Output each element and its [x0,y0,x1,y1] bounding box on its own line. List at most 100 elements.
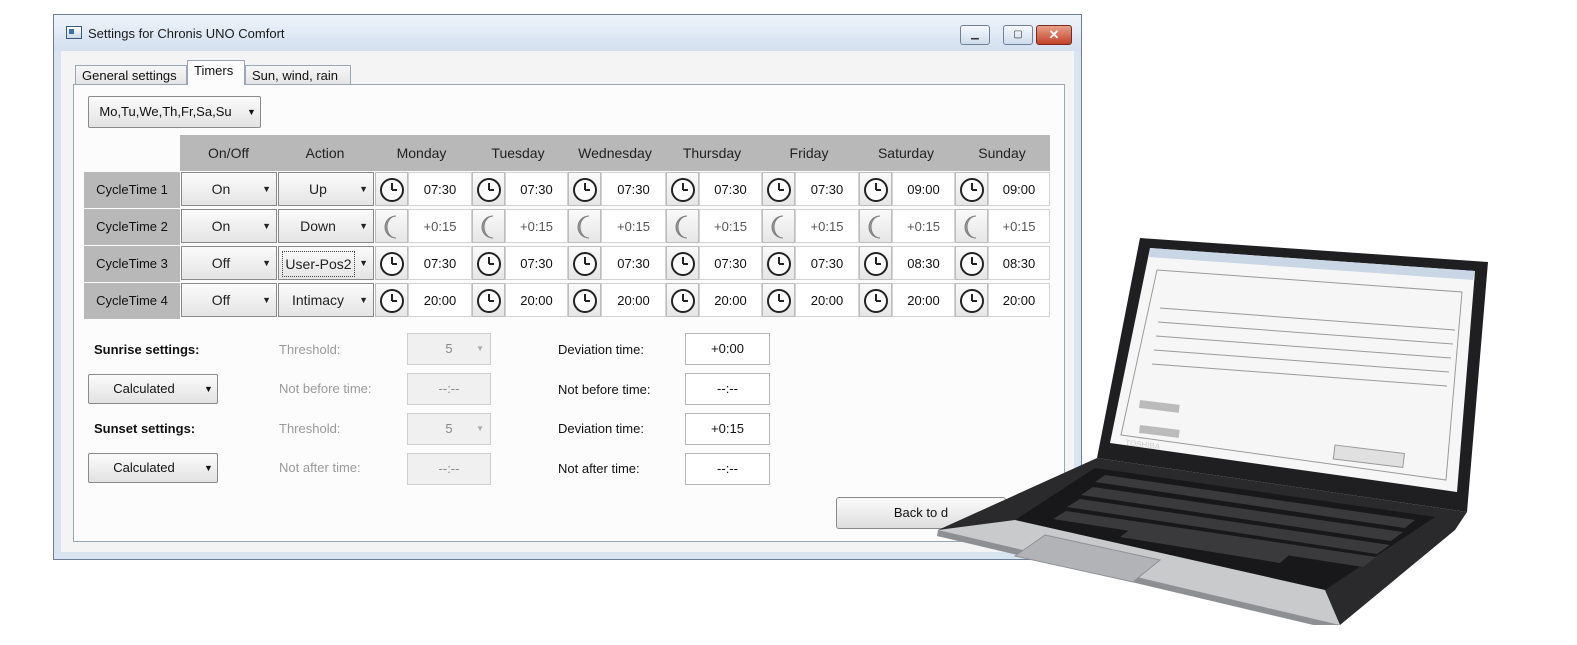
clock-icon[interactable] [375,172,408,206]
time-input-friday-2[interactable]: +0:15 [795,209,859,243]
moon-icon[interactable] [859,209,892,243]
time-input-wednesday-1[interactable]: 07:30 [601,172,666,206]
time-input-wednesday-3[interactable]: 07:30 [601,246,666,280]
sunset-deviation-input[interactable]: +0:15 [685,413,770,445]
chevron-down-icon: ▼ [204,384,213,394]
title-bar[interactable]: Settings for Chronis UNO Comfort ▁ ▢ ✕ [54,15,1081,51]
chevron-down-icon: ▼ [262,295,271,305]
moon-icon[interactable] [472,209,505,243]
time-input-monday-3[interactable]: 07:30 [408,246,472,280]
row-label-cycletime-1: CycleTime 1 [84,172,180,208]
sunset-mode-dropdown[interactable]: Calculated ▼ [88,453,218,483]
moon-icon[interactable] [568,209,601,243]
day-filter-dropdown[interactable]: Mo,Tu,We,Th,Fr,Sa,Su ▼ [88,96,261,128]
time-input-monday-1[interactable]: 07:30 [408,172,472,206]
onoff-value: On [211,181,231,197]
sunrise-not-before-label-2: Not before time: [558,382,651,397]
onoff-dropdown-2[interactable]: On ▼ [181,209,277,243]
laptop-image: TOSHIBA [937,238,1488,625]
action-dropdown-4[interactable]: Intimacy ▼ [278,283,374,317]
clock-icon[interactable] [472,172,505,206]
clock-icon[interactable] [568,172,601,206]
clock-icon[interactable] [568,283,601,317]
row-label-cycletime-3: CycleTime 3 [84,246,180,282]
time-input-tuesday-2[interactable]: +0:15 [505,209,568,243]
time-input-wednesday-4[interactable]: 20:00 [601,283,666,317]
window-title: Settings for Chronis UNO Comfort [88,26,285,41]
clock-icon[interactable] [375,246,408,280]
sunrise-threshold-spinner[interactable]: 5 ▼ [407,333,491,365]
col-header-thursday: Thursday [682,145,742,161]
chevron-down-icon: ▼ [204,463,213,473]
time-input-thursday-2[interactable]: +0:15 [699,209,762,243]
clock-icon[interactable] [859,283,892,317]
sunset-deviation-label: Deviation time: [558,421,644,436]
close-button[interactable]: ✕ [1036,25,1072,45]
time-input-tuesday-3[interactable]: 07:30 [505,246,568,280]
time-input-monday-2[interactable]: +0:15 [408,209,472,243]
onoff-value: Off [211,255,231,271]
chevron-down-icon: ▼ [262,258,271,268]
time-input-monday-4[interactable]: 20:00 [408,283,472,317]
sunrise-deviation-input[interactable]: +0:00 [685,333,770,365]
moon-icon[interactable] [762,209,795,243]
minimize-button[interactable]: ▁ [960,25,990,45]
sunset-not-after-input-2[interactable]: --:-- [685,453,770,485]
clock-icon[interactable] [472,283,505,317]
clock-icon[interactable] [955,172,988,206]
sunset-threshold-spinner[interactable]: 5 ▼ [407,413,491,445]
moon-icon[interactable] [375,209,408,243]
row-label-cycletime-4: CycleTime 4 [84,283,180,319]
onoff-dropdown-4[interactable]: Off ▼ [181,283,277,317]
clock-icon[interactable] [666,246,699,280]
clock-icon[interactable] [568,246,601,280]
time-input-saturday-1[interactable]: 09:00 [892,172,955,206]
onoff-dropdown-1[interactable]: On ▼ [181,172,277,206]
clock-icon[interactable] [762,172,795,206]
action-dropdown-1[interactable]: Up ▼ [278,172,374,206]
clock-icon[interactable] [762,246,795,280]
time-input-friday-1[interactable]: 07:30 [795,172,859,206]
sunrise-threshold-label: Threshold: [279,342,341,357]
tab-sun-wind-rain[interactable]: Sun, wind, rain [245,65,351,85]
time-input-tuesday-1[interactable]: 07:30 [505,172,568,206]
clock-icon[interactable] [762,283,795,317]
sunset-threshold-value: 5 [445,421,453,436]
sunrise-mode-dropdown[interactable]: Calculated ▼ [88,374,218,404]
clock-icon[interactable] [375,283,408,317]
sunrise-not-before-input-2[interactable]: --:-- [685,373,770,405]
time-input-friday-3[interactable]: 07:30 [795,246,859,280]
sunset-not-after-input[interactable]: --:-- [407,453,491,485]
clock-icon[interactable] [859,172,892,206]
moon-icon[interactable] [666,209,699,243]
time-input-friday-4[interactable]: 20:00 [795,283,859,317]
time-input-sunday-1[interactable]: 09:00 [988,172,1050,206]
tab-general-settings[interactable]: General settings [75,65,187,85]
action-dropdown-2[interactable]: Down ▼ [278,209,374,243]
time-input-tuesday-4[interactable]: 20:00 [505,283,568,317]
action-value: Intimacy [291,292,345,308]
maximize-button[interactable]: ▢ [1003,25,1033,45]
day-filter-value: Mo,Tu,We,Th,Fr,Sa,Su [99,104,232,119]
time-input-thursday-1[interactable]: 07:30 [699,172,762,206]
clock-icon[interactable] [472,246,505,280]
tab-timers[interactable]: Timers [187,60,245,85]
chevron-down-icon: ▼ [359,221,368,231]
clock-icon[interactable] [666,283,699,317]
sunrise-not-before-label: Not before time: [279,381,372,396]
chevron-down-icon: ▼ [359,258,368,268]
sunrise-mode-value: Calculated [113,381,175,396]
chevron-down-icon: ▼ [359,295,368,305]
action-value: Down [300,218,336,234]
onoff-dropdown-3[interactable]: Off ▼ [181,246,277,280]
row-label-cycletime-2: CycleTime 2 [84,209,180,245]
clock-icon[interactable] [859,246,892,280]
time-input-thursday-4[interactable]: 20:00 [699,283,762,317]
chevron-down-icon: ▼ [247,107,256,117]
chevron-down-icon: ▼ [262,221,271,231]
action-dropdown-3[interactable]: User-Pos2 ▼ [278,246,374,280]
clock-icon[interactable] [666,172,699,206]
sunrise-not-before-input[interactable]: --:-- [407,373,491,405]
time-input-wednesday-2[interactable]: +0:15 [601,209,666,243]
time-input-thursday-3[interactable]: 07:30 [699,246,762,280]
